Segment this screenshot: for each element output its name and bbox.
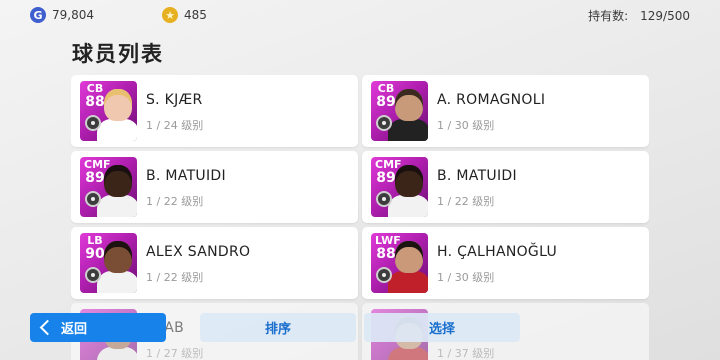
top-bar: G 79,804 ★ 485 持有数: 129/500 [0, 0, 720, 30]
player-card[interactable]: CB 89 A. ROMAGNOLI 1 / 30 级别 [362, 75, 649, 147]
player-kit [97, 195, 137, 217]
player-card[interactable]: CB 88 S. KJÆR 1 / 24 级别 [71, 75, 358, 147]
gp-currency: G 79,804 [30, 7, 94, 23]
player-level: 1 / 37 级别 [437, 347, 495, 360]
player-level: 1 / 30 级别 [437, 271, 495, 284]
player-kit [388, 195, 428, 217]
player-kit [97, 119, 137, 141]
player-name: ALEX SANDRO [146, 244, 251, 260]
select-button[interactable]: 选择 [364, 313, 520, 342]
player-name: H. ÇALHANOĞLU [437, 244, 558, 260]
coin-currency: ★ 485 [162, 7, 207, 23]
back-label: 返回 [61, 322, 88, 337]
owned-label: 持有数: [588, 9, 629, 23]
player-name: B. MATUIDI [437, 168, 517, 184]
player-thumbnail: CMF 89 [371, 157, 428, 217]
player-rating: 88 [376, 246, 396, 262]
sort-label: 排序 [264, 322, 291, 337]
club-badge-icon [85, 191, 101, 207]
player-thumbnail: CB 88 [80, 81, 137, 141]
player-thumbnail: LB 90 [80, 233, 137, 293]
club-badge-icon [376, 191, 392, 207]
owned-count: 持有数: 129/500 [588, 7, 690, 24]
chevron-left-icon [39, 319, 56, 336]
player-card[interactable]: CMF 89 B. MATUIDI 1 / 22 级别 [362, 151, 649, 223]
player-card[interactable]: LWF 88 H. ÇALHANOĞLU 1 / 30 级别 [362, 227, 649, 299]
club-badge-icon [85, 115, 101, 131]
player-rating: 89 [85, 170, 105, 186]
player-level: 1 / 30 级别 [437, 119, 495, 132]
club-badge-icon [376, 115, 392, 131]
player-thumbnail: LWF 88 [371, 233, 428, 293]
player-face [104, 89, 132, 121]
player-face [104, 241, 132, 273]
player-kit [388, 271, 428, 293]
bottom-bar: 返回 排序 选择 [0, 313, 720, 343]
coin-amount: 485 [184, 8, 207, 22]
gp-coin-icon: G [30, 7, 46, 23]
player-level: 1 / 24 级别 [146, 119, 204, 132]
player-thumbnail: CMF 89 [80, 157, 137, 217]
player-name: S. KJÆR [146, 92, 203, 108]
player-rating: 89 [376, 170, 396, 186]
player-card[interactable]: CMF 89 B. MATUIDI 1 / 22 级别 [71, 151, 358, 223]
player-level: 1 / 27 级别 [146, 347, 204, 360]
owned-value: 129/500 [640, 9, 690, 23]
club-badge-icon [376, 267, 392, 283]
select-label: 选择 [428, 322, 455, 337]
player-kit [97, 271, 137, 293]
star-coin-icon: ★ [162, 7, 178, 23]
player-card[interactable]: LB 90 ALEX SANDRO 1 / 22 级别 [71, 227, 358, 299]
player-rating: 90 [85, 246, 105, 262]
club-badge-icon [85, 267, 101, 283]
gp-amount: 79,804 [52, 8, 94, 22]
player-face [395, 89, 423, 121]
player-name: A. ROMAGNOLI [437, 92, 546, 108]
player-level: 1 / 22 级别 [146, 271, 204, 284]
sort-button[interactable]: 排序 [200, 313, 356, 342]
player-level: 1 / 22 级别 [146, 195, 204, 208]
page-title: 球员列表 [72, 42, 164, 66]
player-kit [388, 119, 428, 141]
player-level: 1 / 22 级别 [437, 195, 495, 208]
player-name: B. MATUIDI [146, 168, 226, 184]
player-rating: 89 [376, 94, 396, 110]
player-thumbnail: CB 89 [371, 81, 428, 141]
player-rating: 88 [85, 94, 105, 110]
back-button[interactable]: 返回 [30, 313, 166, 342]
